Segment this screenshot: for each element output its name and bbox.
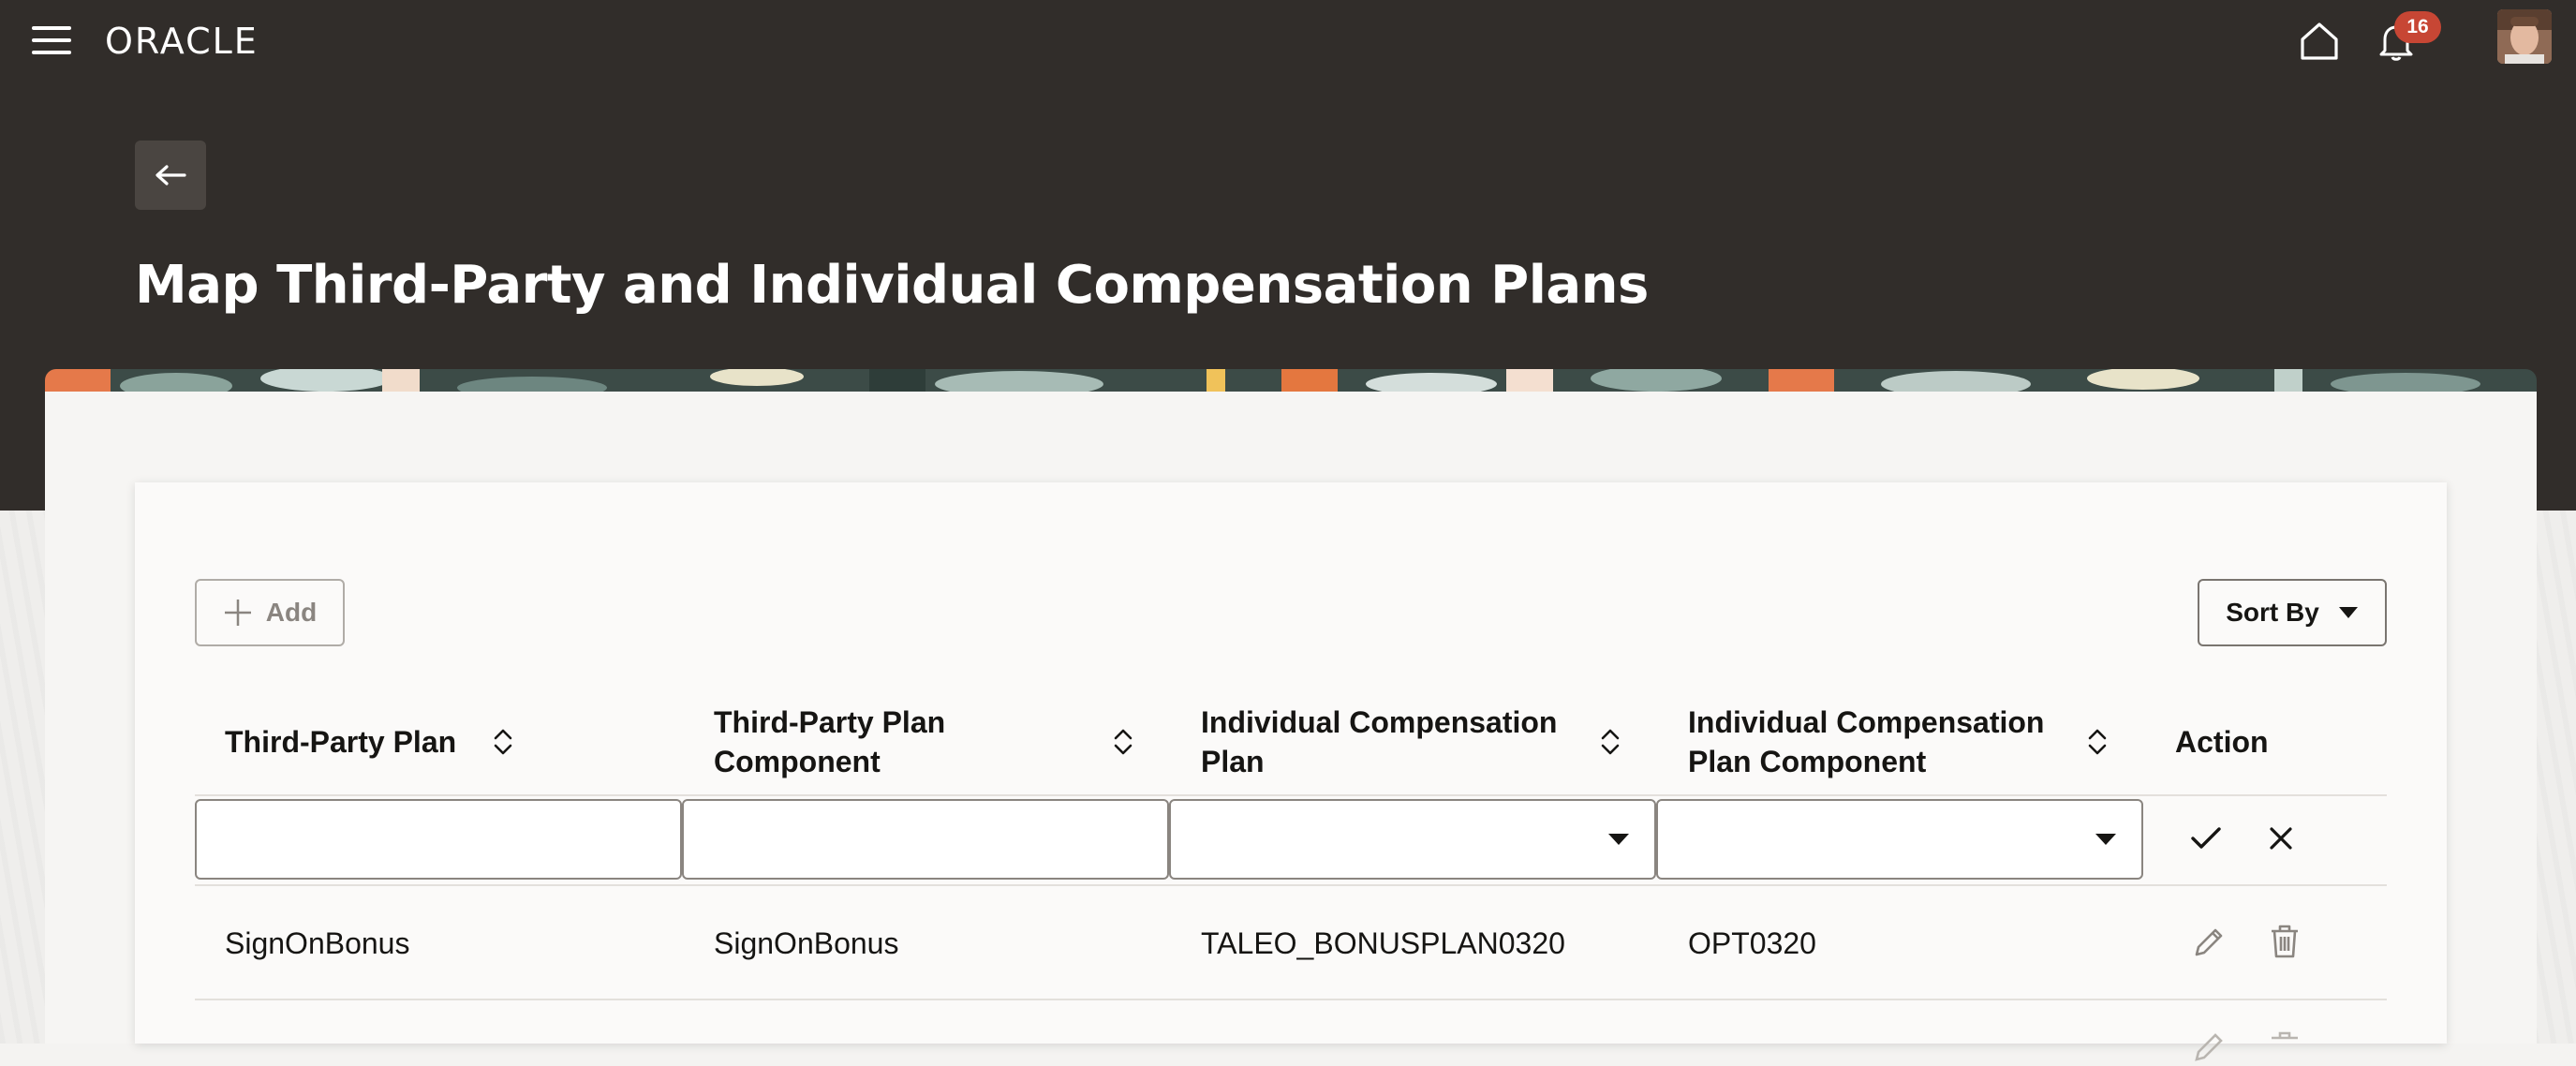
pencil-icon[interactable] bbox=[2192, 925, 2226, 959]
sort-arrows-icon[interactable] bbox=[493, 727, 513, 757]
cell-third-party-plan-component: SignOnBonus bbox=[714, 926, 899, 960]
caret-down-icon bbox=[2095, 834, 2116, 845]
column-header-third-party-plan[interactable]: Third-Party Plan bbox=[225, 697, 513, 787]
column-header-label: Third-Party Plan bbox=[225, 725, 457, 759]
decorative-banner bbox=[45, 369, 2537, 393]
cell-third-party-plan: SignOnBonus bbox=[225, 926, 410, 960]
column-header-individual-compensation-plan[interactable]: Individual Compensation Plan bbox=[1201, 697, 1621, 787]
row-divider bbox=[195, 794, 2387, 796]
sort-by-label: Sort By bbox=[2226, 598, 2319, 627]
user-avatar[interactable] bbox=[2497, 9, 2552, 64]
individual-compensation-plan-select[interactable] bbox=[1169, 799, 1656, 880]
sort-arrows-icon[interactable] bbox=[1113, 727, 1133, 757]
sort-arrows-icon[interactable] bbox=[2087, 727, 2108, 757]
page-title: Map Third-Party and Individual Compensat… bbox=[135, 255, 1649, 316]
add-button-label: Add bbox=[265, 598, 318, 627]
column-header-individual-compensation-plan-component[interactable]: Individual Compensation Plan Component bbox=[1688, 697, 2108, 787]
column-header-label: Individual Compensation Plan Component bbox=[1688, 705, 2045, 778]
oracle-logo: ORACLE bbox=[105, 21, 259, 62]
sort-arrows-icon[interactable] bbox=[1600, 727, 1621, 757]
row-divider bbox=[195, 999, 2387, 1000]
close-icon[interactable] bbox=[2269, 826, 2293, 851]
check-icon[interactable] bbox=[2190, 824, 2222, 852]
cell-individual-compensation-plan-component: OPT0320 bbox=[1688, 926, 1816, 960]
trash-icon[interactable] bbox=[2269, 924, 2301, 959]
column-header-label: Individual Compensation Plan bbox=[1201, 705, 1558, 778]
third-party-plan-input[interactable] bbox=[195, 799, 682, 880]
column-header-third-party-plan-component[interactable]: Third-Party Plan Component bbox=[714, 697, 1133, 787]
column-header-label: Third-Party Plan Component bbox=[714, 705, 946, 778]
plus-icon bbox=[224, 600, 251, 626]
sort-by-button[interactable]: Sort By bbox=[2198, 579, 2387, 646]
column-header-action: Action bbox=[2175, 697, 2269, 787]
column-header-label: Action bbox=[2175, 724, 2269, 759]
back-button[interactable] bbox=[135, 141, 206, 210]
cell-individual-compensation-plan: TALEO_BONUSPLAN0320 bbox=[1201, 926, 1565, 960]
row-divider bbox=[195, 884, 2387, 886]
home-icon[interactable] bbox=[2297, 19, 2342, 64]
pencil-icon[interactable] bbox=[2192, 1030, 2226, 1064]
caret-down-icon bbox=[1608, 834, 1629, 845]
add-button[interactable]: Add bbox=[195, 579, 345, 646]
third-party-plan-component-input[interactable] bbox=[682, 799, 1169, 880]
caret-down-icon bbox=[2338, 607, 2358, 618]
notification-count-badge: 16 bbox=[2394, 11, 2441, 43]
individual-compensation-plan-component-select[interactable] bbox=[1656, 799, 2143, 880]
arrow-left-icon bbox=[155, 165, 186, 185]
hamburger-menu-icon[interactable] bbox=[32, 26, 71, 56]
trash-icon[interactable] bbox=[2269, 1030, 2301, 1066]
